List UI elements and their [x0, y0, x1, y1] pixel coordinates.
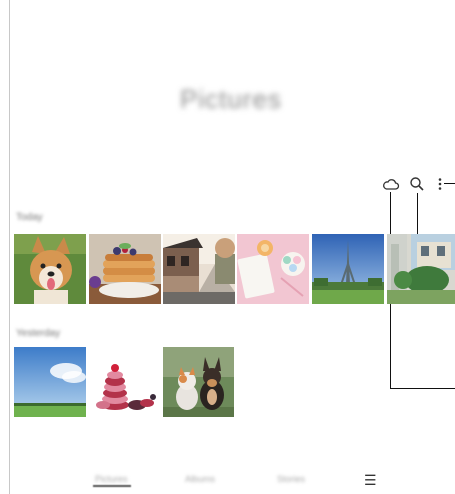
page-title: Pictures [180, 84, 282, 114]
photo-thumbnail[interactable] [387, 234, 455, 304]
nav-tab-stories[interactable]: Stories [277, 474, 305, 484]
search-icon [410, 177, 424, 191]
nav-tab-albums[interactable]: Albums [185, 474, 215, 484]
search-button[interactable] [409, 176, 425, 192]
photo-thumbnail[interactable] [312, 234, 384, 304]
more-options-button[interactable] [437, 177, 443, 191]
photo-thumbnail[interactable] [14, 234, 86, 304]
photo-thumbnail[interactable] [89, 347, 161, 417]
active-tab-indicator [93, 485, 131, 487]
section-label-today: Today [16, 212, 43, 223]
photo-thumbnail[interactable] [14, 347, 86, 417]
photo-thumbnail[interactable] [89, 234, 161, 304]
more-options-icon [438, 178, 442, 190]
cloud-button[interactable] [382, 177, 400, 193]
corgi-photo [14, 234, 86, 304]
callout-line-more [444, 183, 455, 184]
menu-icon[interactable]: ☰ [364, 472, 377, 489]
photo-thumbnail[interactable] [237, 234, 309, 304]
village-street-photo [163, 234, 235, 304]
macaron-tower-photo [89, 347, 161, 417]
photo-thumbnail[interactable] [163, 234, 235, 304]
eiffel-tower-photo [312, 234, 384, 304]
kitten-puppy-photo [163, 347, 234, 417]
macarons-notebook-photo [237, 234, 309, 304]
section-label-yesterday: Yesterday [16, 328, 61, 339]
bottom-navigation: Pictures Albums Stories [9, 470, 455, 490]
cloud-icon [383, 179, 400, 190]
pancakes-photo [89, 234, 161, 304]
photo-thumbnail[interactable] [163, 347, 234, 417]
garden-house-photo [387, 234, 455, 304]
nav-tab-pictures[interactable]: Pictures [95, 474, 128, 484]
sky-field-photo [14, 347, 86, 417]
